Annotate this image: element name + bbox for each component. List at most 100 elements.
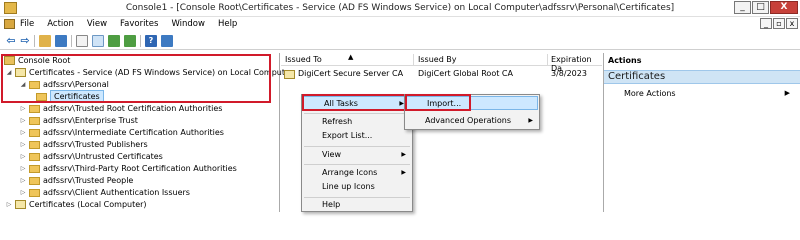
minimize-button[interactable]: _ bbox=[734, 1, 751, 14]
refresh-icon[interactable] bbox=[108, 35, 120, 47]
tree-item-trusted-publishers[interactable]: ▷ adfssrv\Trusted Publishers bbox=[20, 139, 148, 150]
up-folder-icon[interactable] bbox=[39, 35, 51, 47]
collapsed-chevron-icon[interactable]: ▷ bbox=[20, 115, 26, 126]
menu-item-import[interactable]: Import... bbox=[406, 96, 538, 110]
tree-item-enterprise-trust[interactable]: ▷ adfssrv\Enterprise Trust bbox=[20, 115, 138, 126]
expanded-chevron-icon[interactable]: ◢ bbox=[6, 67, 12, 78]
table-row[interactable]: DigiCert Secure Server CA DigiCert Globa… bbox=[281, 69, 602, 80]
cell-issued-by: DigiCert Global Root CA bbox=[418, 69, 513, 78]
back-arrow-icon[interactable]: ⇦ bbox=[6, 35, 16, 47]
tree-item-label: adfssrv\Client Authentication Issuers bbox=[43, 188, 190, 197]
cell-expiration: 3/8/2023 bbox=[551, 69, 587, 78]
menu-help[interactable]: Help bbox=[218, 19, 237, 29]
properties-icon[interactable] bbox=[76, 35, 88, 47]
menu-file[interactable]: File bbox=[20, 19, 34, 29]
menu-item-label: Refresh bbox=[322, 117, 353, 126]
menu-item-label: Help bbox=[322, 200, 341, 209]
column-divider[interactable] bbox=[413, 54, 414, 65]
tree-item-label: Certificates (Local Computer) bbox=[29, 200, 147, 209]
tree-item-console-root[interactable]: Console Root bbox=[4, 55, 70, 66]
folder-icon bbox=[29, 188, 40, 197]
toolbar-separator bbox=[34, 35, 35, 47]
menu-item-all-tasks[interactable]: All Tasks ▶ bbox=[303, 96, 411, 110]
console-document-icon[interactable] bbox=[4, 19, 15, 29]
collapsed-chevron-icon[interactable]: ▷ bbox=[20, 139, 26, 150]
maximize-button[interactable]: □ bbox=[752, 1, 769, 14]
menu-item-help[interactable]: Help bbox=[302, 198, 412, 212]
collapsed-chevron-icon[interactable]: ▷ bbox=[20, 187, 26, 198]
tree-item-third-party-root[interactable]: ▷ adfssrv\Third-Party Root Certification… bbox=[20, 163, 237, 174]
tree-item-local-computer-certificates[interactable]: ▷ Certificates (Local Computer) bbox=[6, 199, 147, 210]
menu-window[interactable]: Window bbox=[171, 19, 205, 29]
tree-item-label: adfssrv\Enterprise Trust bbox=[43, 116, 138, 125]
tree-item-trusted-root[interactable]: ▷ adfssrv\Trusted Root Certification Aut… bbox=[20, 103, 223, 114]
menu-item-export-list[interactable]: Export List... bbox=[302, 129, 412, 143]
column-issued-by[interactable]: Issued By bbox=[418, 55, 457, 64]
column-issued-to[interactable]: Issued To bbox=[285, 55, 322, 64]
folder-icon bbox=[29, 80, 40, 89]
tree-item-certificates-selected[interactable]: Certificates bbox=[36, 90, 104, 103]
collapsed-chevron-icon[interactable]: ▷ bbox=[20, 127, 26, 138]
context-menu: All Tasks ▶ Refresh Export List... View … bbox=[301, 94, 413, 212]
column-divider[interactable] bbox=[547, 54, 548, 65]
collapsed-chevron-icon[interactable]: ▷ bbox=[20, 151, 26, 162]
sort-ascending-icon: ▲ bbox=[348, 53, 354, 61]
menu-separator bbox=[304, 164, 410, 165]
actions-section-certificates[interactable]: Certificates bbox=[604, 70, 800, 84]
menu-item-label: View bbox=[322, 150, 341, 159]
forward-arrow-icon[interactable]: ⇨ bbox=[20, 35, 30, 47]
collapsed-chevron-icon[interactable]: ▷ bbox=[20, 163, 26, 174]
collapsed-chevron-icon[interactable]: ▷ bbox=[20, 175, 26, 186]
menu-item-line-up-icons[interactable]: Line up Icons bbox=[302, 180, 412, 194]
menu-item-label: Import... bbox=[427, 99, 462, 108]
collapsed-chevron-icon[interactable]: ▷ bbox=[20, 103, 26, 114]
inner-close-button[interactable]: x bbox=[786, 18, 798, 29]
submenu-arrow-icon: ▶ bbox=[401, 151, 406, 158]
help-icon[interactable]: ? bbox=[145, 35, 157, 47]
show-hide-tree-icon[interactable] bbox=[55, 35, 67, 47]
console-root-folder-icon bbox=[4, 56, 15, 65]
folder-icon bbox=[29, 164, 40, 173]
menu-item-refresh[interactable]: Refresh bbox=[302, 115, 412, 129]
more-actions-item[interactable]: More Actions bbox=[624, 89, 676, 98]
tree-item-client-auth-issuers[interactable]: ▷ adfssrv\Client Authentication Issuers bbox=[20, 187, 190, 198]
toolbar: ⇦ ⇨ ? bbox=[0, 33, 800, 50]
tree-item-label: adfssrv\Trusted People bbox=[43, 176, 134, 185]
console-tree: Console Root ◢ Certificates - Service (A… bbox=[0, 53, 293, 212]
folder-icon bbox=[29, 104, 40, 113]
tree-item-label: adfssrv\Trusted Root Certification Autho… bbox=[43, 104, 223, 113]
tree-item-untrusted[interactable]: ▷ adfssrv\Untrusted Certificates bbox=[20, 151, 163, 162]
expanded-chevron-icon[interactable]: ◢ bbox=[20, 79, 26, 90]
close-button[interactable]: X bbox=[770, 1, 798, 14]
menu-item-view[interactable]: View ▶ bbox=[302, 148, 412, 162]
toolbar-separator bbox=[71, 35, 72, 47]
export-list-icon[interactable] bbox=[124, 35, 136, 47]
inner-restore-button[interactable]: ▫ bbox=[773, 18, 785, 29]
title-bar: Console1 - [Console Root\Certificates - … bbox=[0, 0, 800, 17]
tree-item-label: adfssrv\Trusted Publishers bbox=[43, 140, 148, 149]
tree-item-trusted-people[interactable]: ▷ adfssrv\Trusted People bbox=[20, 175, 134, 186]
menu-favorites[interactable]: Favorites bbox=[120, 19, 158, 29]
tree-item-label: adfssrv\Intermediate Certification Autho… bbox=[43, 128, 224, 137]
window-controls: _ □ X bbox=[734, 1, 798, 14]
inner-minimize-button[interactable]: _ bbox=[760, 18, 772, 29]
tree-item-label: adfssrv\Third-Party Root Certification A… bbox=[43, 164, 237, 173]
tree-item-adfssrv-personal[interactable]: ◢ adfssrv\Personal bbox=[20, 79, 109, 90]
list-header: Issued To ▲ Issued By Expiration Da bbox=[281, 53, 602, 73]
certificate-icon bbox=[284, 70, 295, 79]
tree-item-label: adfssrv\Untrusted Certificates bbox=[43, 152, 163, 161]
tree-item-label: Certificates bbox=[50, 90, 104, 103]
actions-pane: Actions Certificates More Actions ▶ bbox=[603, 53, 800, 212]
tree-item-intermediate-ca[interactable]: ▷ adfssrv\Intermediate Certification Aut… bbox=[20, 127, 224, 138]
copy-icon[interactable] bbox=[92, 35, 104, 47]
menu-action[interactable]: Action bbox=[47, 19, 74, 29]
folder-icon bbox=[29, 140, 40, 149]
menu-item-arrange-icons[interactable]: Arrange Icons ▶ bbox=[302, 166, 412, 180]
tree-item-adfs-service-certificates[interactable]: ◢ Certificates - Service (AD FS Windows … bbox=[6, 67, 293, 78]
collapsed-chevron-icon[interactable]: ▷ bbox=[6, 199, 12, 210]
menu-item-advanced-operations[interactable]: Advanced Operations ▶ bbox=[405, 114, 539, 128]
menu-item-label: All Tasks bbox=[324, 99, 358, 108]
menu-view[interactable]: View bbox=[87, 19, 107, 29]
show-hide-action-pane-icon[interactable] bbox=[161, 35, 173, 47]
tree-item-label: Console Root bbox=[18, 56, 71, 65]
